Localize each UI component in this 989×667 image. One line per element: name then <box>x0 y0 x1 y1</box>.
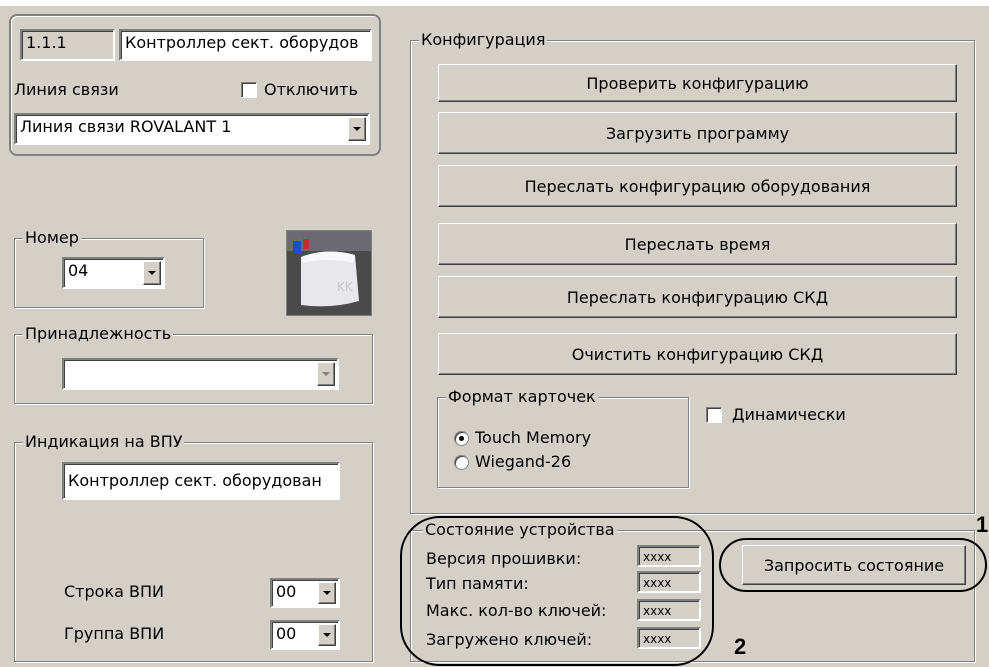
chevron-down-icon <box>322 372 330 376</box>
line-select[interactable]: Линия связи ROVALANT 1 <box>14 113 370 145</box>
number-dropdown-button[interactable] <box>143 261 161 285</box>
device-id-field[interactable]: 1.1.1 <box>20 29 115 61</box>
device-name-field[interactable]: Контроллер сект. оборудов <box>119 29 372 61</box>
status-fields-highlight <box>400 516 714 666</box>
line-select-value: Линия связи ROVALANT 1 <box>20 117 232 136</box>
dynamic-label: Динамически <box>732 405 846 424</box>
controller-device-icon: KK <box>286 230 372 316</box>
line-select-dropdown-button[interactable] <box>348 117 366 141</box>
annotation-number-1: 1 <box>976 512 989 537</box>
chevron-down-icon <box>148 271 156 275</box>
svg-text:KK: KK <box>337 280 354 294</box>
number-group-title: Номер <box>23 228 81 248</box>
number-select-value: 04 <box>68 261 89 280</box>
clear-acs-config-button[interactable]: Очистить конфигурацию СКД <box>438 333 957 375</box>
send-hw-config-button[interactable]: Переслать конфигурацию оборудования <box>438 165 957 207</box>
vpi-row-select[interactable]: 00 <box>270 578 340 608</box>
vpi-group-value: 00 <box>276 624 297 643</box>
belonging-group-title: Принадлежность <box>23 324 174 344</box>
config-group-title: Конфигурация <box>419 30 548 50</box>
belonging-dropdown-button[interactable] <box>317 362 335 386</box>
vpi-row-label: Строка ВПИ <box>64 582 164 601</box>
chevron-down-icon <box>353 127 361 131</box>
wiegand-label: Wiegand-26 <box>475 452 572 471</box>
send-time-button[interactable]: Переслать время <box>438 223 957 265</box>
vpi-row-dropdown-button[interactable] <box>318 582 336 604</box>
vpi-group-label: Группа ВПИ <box>64 624 165 643</box>
indication-field[interactable]: Контроллер сект. оборудован <box>62 462 340 500</box>
indication-group-title: Индикация на ВПУ <box>23 432 185 452</box>
wiegand-radio[interactable] <box>454 455 469 470</box>
touch-memory-radio[interactable] <box>454 431 469 446</box>
request-button-highlight <box>719 538 987 592</box>
belonging-select[interactable] <box>62 358 339 390</box>
line-label: Линия связи <box>14 80 119 99</box>
card-format-group-title: Формат карточек <box>446 387 598 407</box>
vpi-group-dropdown-button[interactable] <box>318 624 336 646</box>
device-image-svg: KK <box>287 231 371 315</box>
disable-checkbox[interactable] <box>241 82 257 98</box>
annotation-number-2: 2 <box>734 634 747 659</box>
chevron-down-icon <box>323 591 331 595</box>
send-acs-config-button[interactable]: Переслать конфигурацию СКД <box>438 276 957 318</box>
disable-label: Отключить <box>264 80 358 99</box>
number-select[interactable]: 04 <box>62 257 165 289</box>
check-config-button[interactable]: Проверить конфигурацию <box>438 64 957 102</box>
vpi-row-value: 00 <box>276 582 297 601</box>
dynamic-checkbox[interactable] <box>706 407 722 423</box>
vpi-group-select[interactable]: 00 <box>270 620 340 650</box>
touch-memory-label: Touch Memory <box>475 428 592 447</box>
chevron-down-icon <box>323 633 331 637</box>
load-program-button[interactable]: Загрузить программу <box>438 112 957 154</box>
